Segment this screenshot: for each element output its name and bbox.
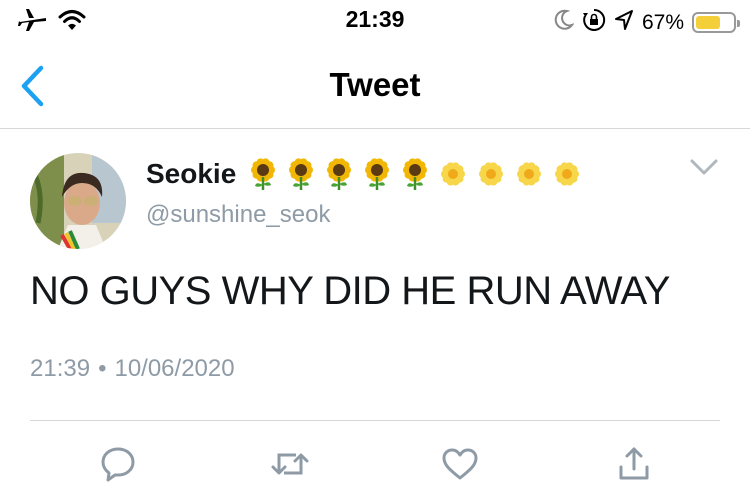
share-icon xyxy=(619,447,649,480)
display-name[interactable]: Seokie xyxy=(146,158,236,190)
divider xyxy=(30,420,720,421)
tweet-time: 21:39 xyxy=(30,355,91,382)
name-emojis xyxy=(246,157,584,191)
tweet-meta: 21:39 • 10/06/2020 xyxy=(30,355,235,383)
battery-icon xyxy=(692,12,740,33)
like-button[interactable] xyxy=(438,442,482,486)
orientation-lock-icon xyxy=(582,8,606,37)
blossom-emoji xyxy=(517,162,542,186)
like-icon xyxy=(442,448,478,480)
sunflower-emoji xyxy=(289,158,314,190)
reply-icon xyxy=(101,447,135,482)
author-row: Seokie xyxy=(146,157,584,191)
user-handle[interactable]: @sunshine_seok xyxy=(146,201,330,229)
retweet-icon xyxy=(271,453,309,475)
share-button[interactable] xyxy=(612,442,656,486)
action-bar xyxy=(0,440,750,490)
blossom-emoji xyxy=(555,162,580,186)
tweet-menu-button[interactable] xyxy=(684,153,724,183)
avatar[interactable] xyxy=(30,153,126,249)
sunflower-emoji xyxy=(251,158,276,190)
battery-fill xyxy=(696,16,720,29)
tweet-text: NO GUYS WHY DID HE RUN AWAY xyxy=(30,269,670,313)
page-title: Tweet xyxy=(329,66,421,103)
tweet-date: 10/06/2020 xyxy=(114,355,235,382)
moon-icon xyxy=(554,9,575,36)
status-right: 67% xyxy=(554,8,740,37)
sunflower-emoji xyxy=(365,158,390,190)
nav-bar: Tweet xyxy=(0,44,750,129)
retweet-button[interactable] xyxy=(268,442,312,486)
sunflower-emoji xyxy=(403,158,428,190)
battery-percent: 67% xyxy=(641,10,684,34)
meta-separator: • xyxy=(98,355,107,382)
sunflower-emoji xyxy=(327,158,352,190)
location-icon xyxy=(614,9,634,36)
blossom-emoji xyxy=(479,162,504,186)
reply-button[interactable] xyxy=(96,442,140,486)
blossom-emoji xyxy=(441,162,466,186)
chevron-down-icon xyxy=(690,159,718,175)
battery-tip xyxy=(737,20,740,27)
status-bar: 21:39 67% xyxy=(0,0,750,44)
